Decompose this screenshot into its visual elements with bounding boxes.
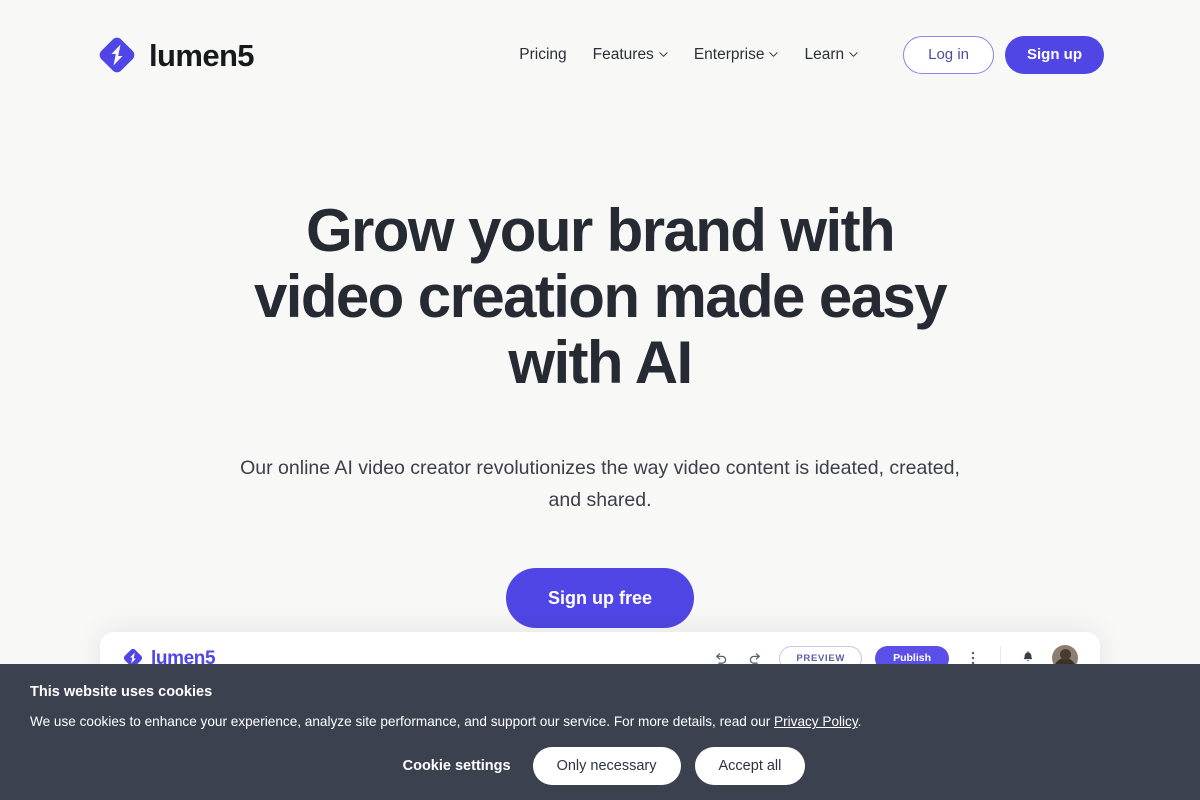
nav-item-learn[interactable]: Learn xyxy=(804,46,858,64)
chevron-down-icon xyxy=(659,50,668,59)
sign-up-free-button[interactable]: Sign up free xyxy=(505,568,694,629)
sign-up-button[interactable]: Sign up xyxy=(1005,36,1104,74)
avatar-head xyxy=(1059,649,1071,660)
log-in-button[interactable]: Log in xyxy=(903,36,994,74)
cookie-text-after-link: . xyxy=(857,714,862,730)
hero-cta-container: Sign up free xyxy=(0,568,1200,629)
cookie-settings-button[interactable]: Cookie settings xyxy=(395,758,519,774)
brand-name: lumen5 xyxy=(149,37,255,73)
hero-section: Grow your brand with video creation made… xyxy=(0,110,1200,629)
nav-item-pricing-label: Pricing xyxy=(519,46,567,63)
hero-subtitle: Our online AI video creator revolutioniz… xyxy=(240,457,960,512)
chevron-down-icon xyxy=(769,50,779,59)
nav-item-features-label: Features xyxy=(592,46,654,63)
nav-item-enterprise[interactable]: Enterprise xyxy=(694,46,779,64)
nav-item-features[interactable]: Features xyxy=(593,46,668,64)
only-necessary-button[interactable]: Only necessary xyxy=(532,747,681,786)
site-header: lumen5 Pricing Features Enterprise Learn xyxy=(0,0,1200,110)
main-navigation: Pricing Features Enterprise Learn Log in… xyxy=(519,36,1104,74)
nav-item-learn-label: Learn xyxy=(804,46,845,63)
cookie-banner-text: We use cookies to enhance your experienc… xyxy=(30,712,1170,731)
auth-button-group: Log in Sign up xyxy=(903,36,1104,74)
page-title: Grow your brand with video creation made… xyxy=(254,197,948,396)
nav-item-pricing[interactable]: Pricing xyxy=(519,46,566,64)
cookie-banner-actions: Cookie settings Only necessary Accept al… xyxy=(30,747,1170,786)
privacy-policy-link[interactable]: Privacy Policy xyxy=(774,714,858,729)
nav-item-enterprise-label: Enterprise xyxy=(693,46,765,63)
accept-all-button[interactable]: Accept all xyxy=(694,747,806,786)
chevron-down-icon xyxy=(849,50,858,59)
cookie-banner-title: This website uses cookies xyxy=(30,684,213,700)
brand-logo-link[interactable]: lumen5 xyxy=(96,34,255,76)
lumen5-diamond-bolt-icon xyxy=(96,34,138,76)
cookie-text-before-link: We use cookies to enhance your experienc… xyxy=(30,714,775,730)
cookie-consent-banner: This website uses cookies We use cookies… xyxy=(0,664,1200,800)
